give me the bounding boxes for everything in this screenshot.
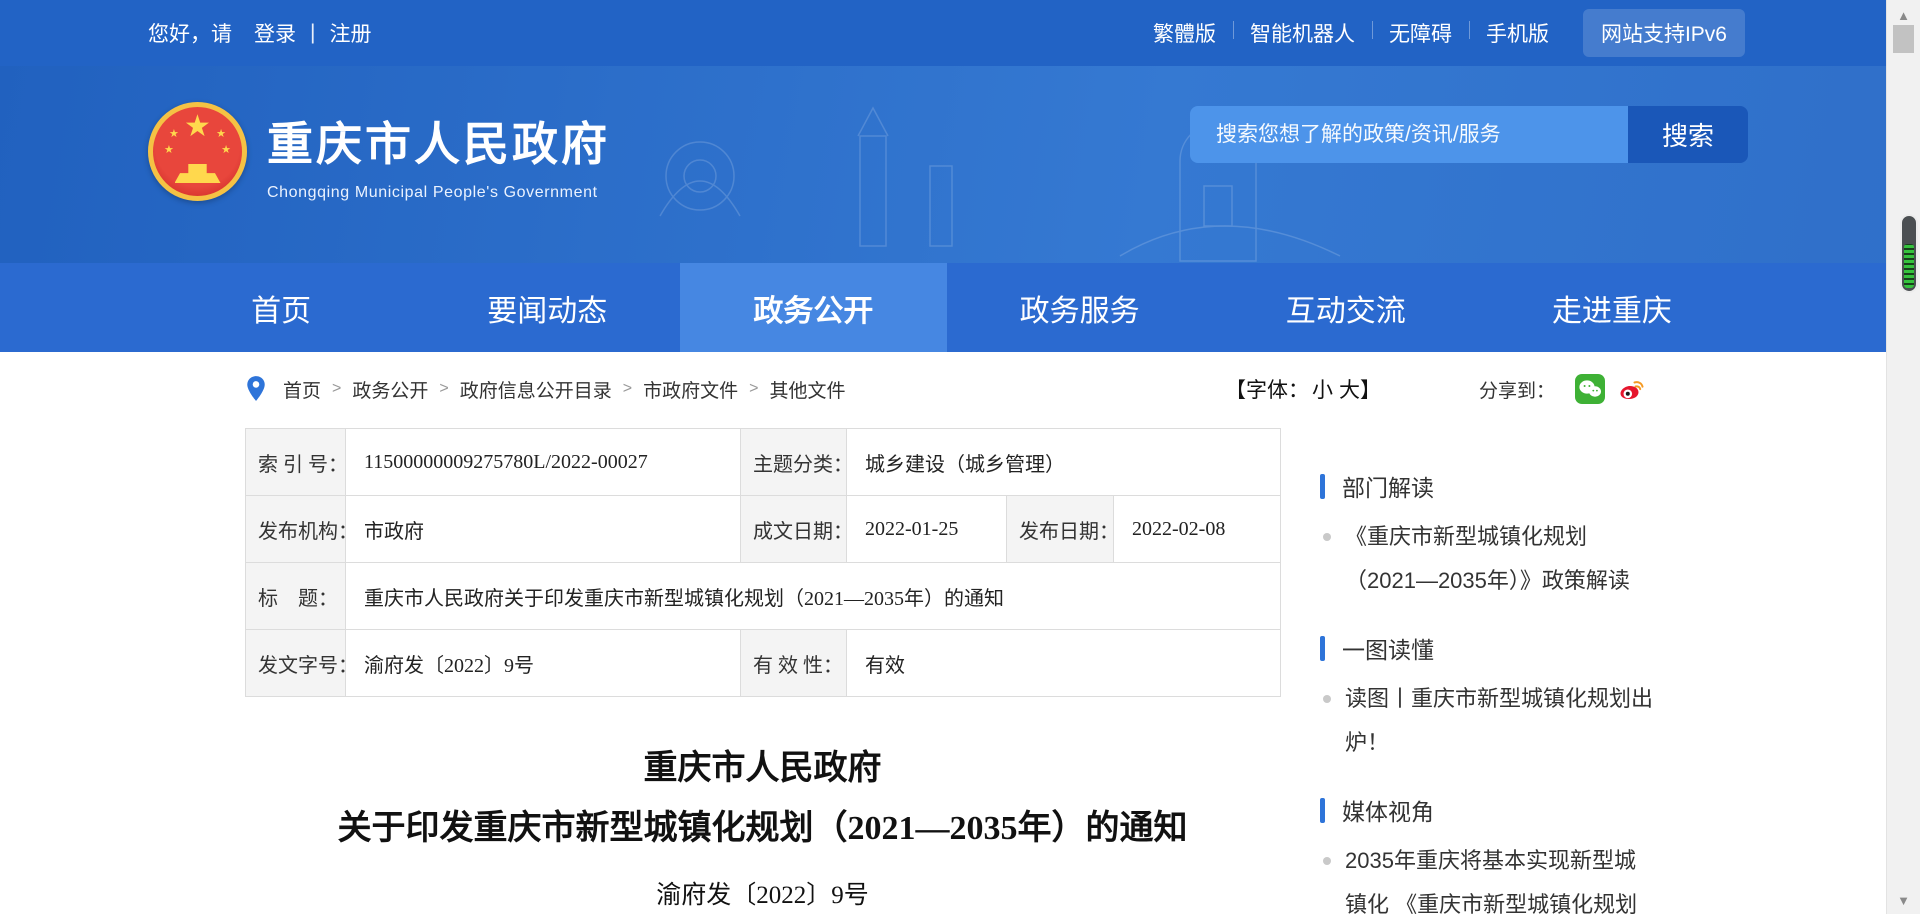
site-title: 重庆市人民政府 — [267, 108, 610, 174]
sidebar-link-policy-interpretation[interactable]: 《重庆市新型城镇化规划（2021—2035年）》政策解读 — [1345, 515, 1653, 603]
doc-number-value: 渝府发〔2022〕9号 — [346, 630, 741, 697]
font-size-label: 【字体： — [1225, 379, 1309, 402]
document-heading: 重庆市人民政府 关于印发重庆市新型城镇化规划（2021—2035年）的通知 渝府… — [245, 747, 1280, 911]
sidebar-link-infographic[interactable]: 读图丨重庆市新型城镇化规划出炉！ — [1345, 677, 1653, 765]
publish-date-value: 2022-02-08 — [1114, 496, 1281, 563]
issuing-agency-label: 发布机构： — [246, 496, 346, 563]
login-link[interactable]: 登录 — [254, 18, 296, 48]
site-header: ★ ★★★★ 重庆市人民政府 Chongqing Municipal Peopl… — [0, 66, 1920, 263]
smart-robot-link[interactable]: 智能机器人 — [1233, 18, 1372, 48]
publish-date-label: 发布日期： — [1007, 496, 1114, 563]
topic-category-value: 城乡建设（城乡管理） — [847, 429, 1281, 496]
breadcrumb-city-gov-files[interactable]: 市政府文件 — [643, 376, 738, 403]
document-meta-table: 索 引 号： 11500000009275780L/2022-00027 主题分… — [245, 428, 1281, 697]
scroll-up-arrow-icon[interactable]: ▲ — [1887, 8, 1920, 23]
breadcrumb-separator: > — [332, 380, 341, 398]
national-emblem-icon: ★ ★★★★ — [148, 102, 247, 201]
topic-category-label: 主题分类： — [741, 429, 847, 496]
list-item: 2035年重庆将基本实现新型城镇化 《重庆市新型城镇化规划（2021—2035年… — [1320, 839, 1745, 914]
document-number-line: 渝府发〔2022〕9号 — [245, 881, 1280, 911]
breadcrumb: 首页 > 政务公开 > 政府信息公开目录 > 市政府文件 > 其他文件 【字体：… — [245, 368, 1645, 410]
table-row: 发文字号： 渝府发〔2022〕9号 有 效 性： 有效 — [246, 630, 1281, 697]
validity-value: 有效 — [847, 630, 1281, 697]
validity-label: 有 效 性： — [741, 630, 847, 697]
vertical-scrollbar: ▲ ▼ — [1886, 0, 1920, 914]
search-input[interactable] — [1190, 106, 1628, 163]
sidebar-section-infographic: 一图读懂 读图丨重庆市新型城镇化规划出炉！ — [1320, 633, 1745, 765]
doc-title-label: 标 题： — [246, 563, 346, 630]
sidebar-section-media-view: 媒体视角 2035年重庆将基本实现新型城镇化 《重庆市新型城镇化规划（2021—… — [1320, 795, 1745, 914]
document-org-line: 重庆市人民政府 — [245, 747, 1280, 791]
breadcrumb-other-files[interactable]: 其他文件 — [769, 376, 845, 403]
breadcrumb-home[interactable]: 首页 — [283, 376, 321, 403]
share-label: 分享到： — [1479, 376, 1555, 403]
section-title: 媒体视角 — [1342, 793, 1434, 827]
breadcrumb-info-catalog[interactable]: 政府信息公开目录 — [460, 376, 612, 403]
nav-item-gov-services[interactable]: 政务服务 — [947, 263, 1213, 352]
related-sidebar: 部门解读 《重庆市新型城镇化规划（2021—2035年）》政策解读 一图读懂 读… — [1320, 471, 1745, 914]
section-accent-bar — [1320, 798, 1325, 823]
sidebar-link-media-article[interactable]: 2035年重庆将基本实现新型城镇化 《重庆市新型城镇化规划（2021—2035年… — [1345, 839, 1653, 914]
battery-fill — [1904, 244, 1914, 288]
share-group: 分享到： — [1479, 374, 1645, 404]
breadcrumb-separator: > — [749, 380, 758, 398]
list-item: 读图丨重庆市新型城镇化规划出炉！ — [1320, 677, 1745, 765]
login-register-divider: | — [310, 21, 315, 45]
weibo-share-icon[interactable] — [1615, 374, 1645, 404]
written-date-label: 成文日期： — [741, 496, 847, 563]
wechat-share-icon[interactable] — [1575, 374, 1605, 404]
doc-title-value: 重庆市人民政府关于印发重庆市新型城镇化规划（2021—2035年）的通知 — [346, 563, 1281, 630]
doc-number-label: 发文字号： — [246, 630, 346, 697]
bullet-dot-icon — [1323, 533, 1331, 541]
accessibility-link[interactable]: 无障碍 — [1372, 18, 1469, 48]
breadcrumb-separator: > — [439, 380, 448, 398]
nav-item-interaction[interactable]: 互动交流 — [1213, 263, 1479, 352]
site-subtitle: Chongqing Municipal People's Government — [267, 184, 610, 202]
list-item: 《重庆市新型城镇化规划（2021—2035年）》政策解读 — [1320, 515, 1745, 603]
section-title: 部门解读 — [1342, 469, 1434, 503]
sidebar-section-department-interpretation: 部门解读 《重庆市新型城镇化规划（2021—2035年）》政策解读 — [1320, 471, 1745, 603]
table-row: 发布机构： 市政府 成文日期： 2022-01-25 发布日期： 2022-02… — [246, 496, 1281, 563]
scroll-down-arrow-icon[interactable]: ▼ — [1887, 893, 1920, 908]
font-size-widget: 【字体：小大】 — [1225, 374, 1384, 404]
ipv6-support-badge[interactable]: 网站支持IPv6 — [1583, 9, 1745, 57]
location-pin-icon — [245, 375, 267, 403]
traditional-chinese-link[interactable]: 繁體版 — [1136, 18, 1233, 48]
top-bar: 您好，请 登录 | 注册 繁體版 智能机器人 无障碍 手机版 网站支持IPv6 — [0, 0, 1920, 66]
nav-item-about-chongqing[interactable]: 走进重庆 — [1479, 263, 1745, 352]
section-title: 一图读懂 — [1342, 631, 1434, 665]
table-row: 标 题： 重庆市人民政府关于印发重庆市新型城镇化规划（2021—2035年）的通… — [246, 563, 1281, 630]
search-bar: 搜索 — [1190, 106, 1748, 163]
issuing-agency-value: 市政府 — [346, 496, 741, 563]
index-number-value: 11500000009275780L/2022-00027 — [346, 429, 741, 496]
search-button[interactable]: 搜索 — [1628, 106, 1748, 163]
nav-item-gov-disclosure[interactable]: 政务公开 — [680, 263, 946, 352]
section-accent-bar — [1320, 474, 1325, 499]
breadcrumb-separator: > — [623, 380, 632, 398]
main-nav: 首页 要闻动态 政务公开 政务服务 互动交流 走进重庆 — [0, 263, 1920, 352]
font-larger-button[interactable]: 大】 — [1339, 379, 1381, 402]
battery-indicator — [1900, 214, 1918, 293]
bullet-dot-icon — [1323, 857, 1331, 865]
nav-item-news[interactable]: 要闻动态 — [414, 263, 680, 352]
table-row: 索 引 号： 11500000009275780L/2022-00027 主题分… — [246, 429, 1281, 496]
section-accent-bar — [1320, 636, 1325, 661]
register-link[interactable]: 注册 — [329, 18, 371, 48]
main-content: 首页 > 政务公开 > 政府信息公开目录 > 市政府文件 > 其他文件 【字体：… — [0, 368, 1920, 914]
breadcrumb-gov-disclosure[interactable]: 政务公开 — [352, 376, 428, 403]
font-smaller-button[interactable]: 小 — [1312, 379, 1333, 402]
document-title-line: 关于印发重庆市新型城镇化规划（2021—2035年）的通知 — [245, 807, 1280, 851]
mobile-version-link[interactable]: 手机版 — [1469, 18, 1566, 48]
bullet-dot-icon — [1323, 695, 1331, 703]
scrollbar-thumb[interactable] — [1893, 25, 1914, 53]
nav-item-home[interactable]: 首页 — [148, 263, 414, 352]
written-date-value: 2022-01-25 — [847, 496, 1007, 563]
site-logo[interactable]: ★ ★★★★ 重庆市人民政府 Chongqing Municipal Peopl… — [148, 102, 610, 202]
greeting-text: 您好，请 — [148, 18, 232, 48]
index-number-label: 索 引 号： — [246, 429, 346, 496]
